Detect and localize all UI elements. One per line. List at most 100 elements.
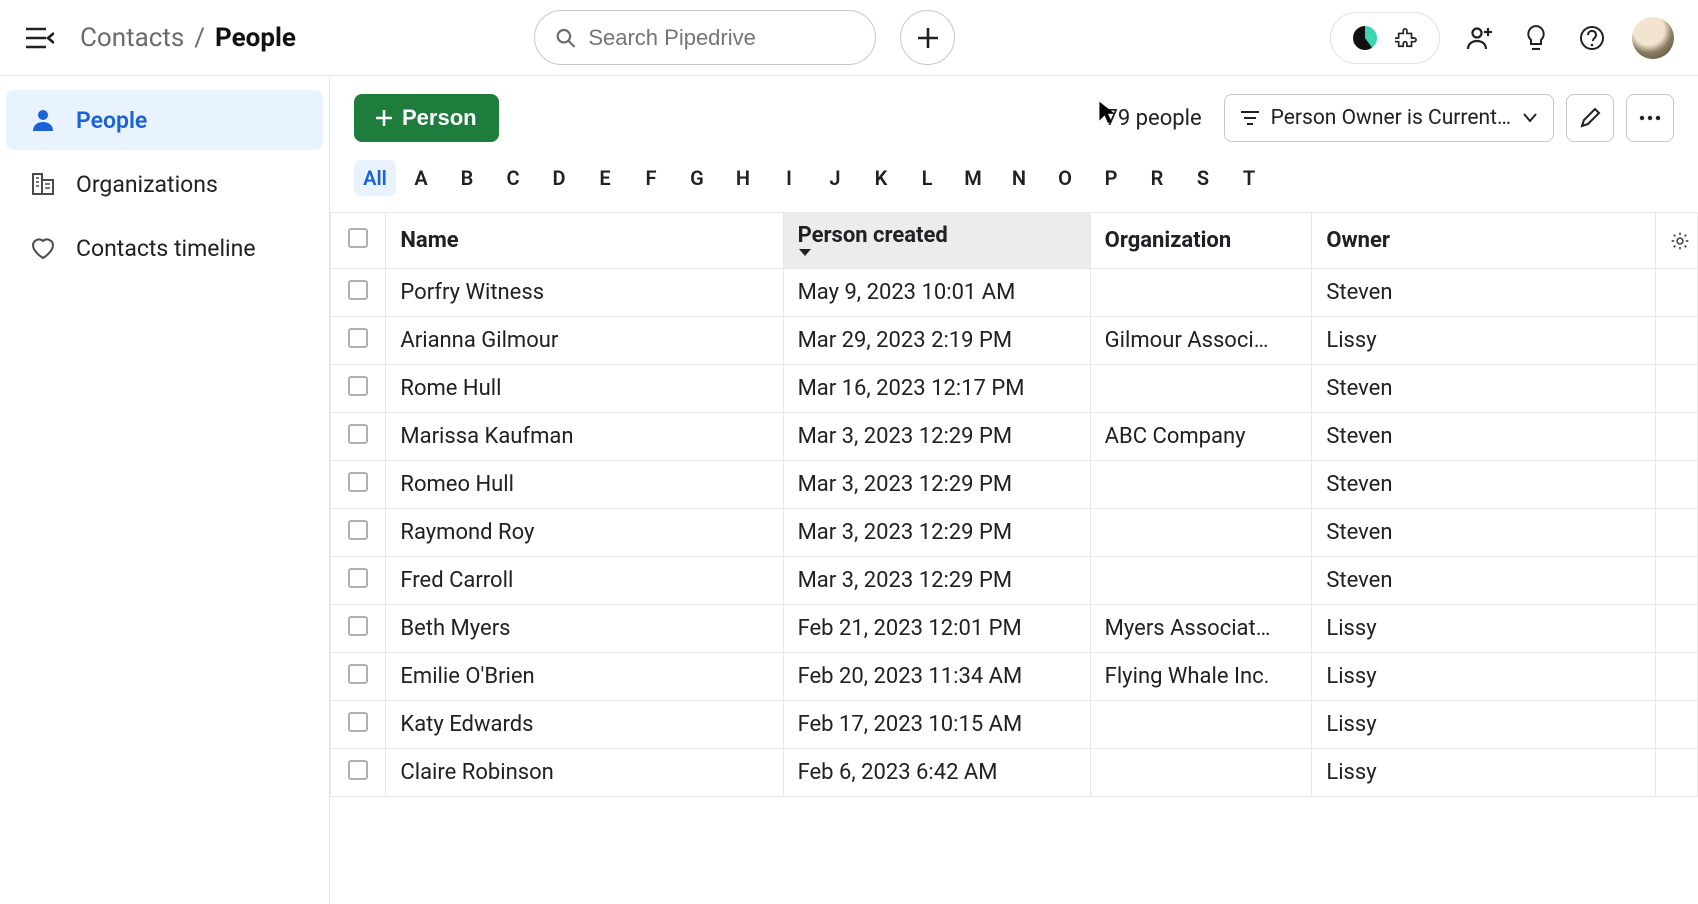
alpha-filter-d[interactable]: D — [538, 160, 580, 196]
cell-owner[interactable]: Lissy — [1312, 605, 1656, 653]
sidebar-item-contacts-timeline[interactable]: Contacts timeline — [6, 218, 323, 278]
checkbox-icon[interactable] — [348, 472, 368, 492]
app-status-pill[interactable] — [1330, 12, 1440, 64]
alpha-filter-all[interactable]: All — [354, 160, 396, 196]
cell-owner[interactable]: Steven — [1312, 365, 1656, 413]
table-row[interactable]: Rome HullMar 16, 2023 12:17 PMSteven — [331, 365, 1698, 413]
column-header-name[interactable]: Name — [386, 213, 783, 269]
global-search[interactable] — [534, 10, 876, 65]
alpha-filter-o[interactable]: O — [1044, 160, 1086, 196]
tips-button[interactable] — [1520, 22, 1552, 54]
alpha-filter-g[interactable]: G — [676, 160, 718, 196]
alpha-filter-f[interactable]: F — [630, 160, 672, 196]
cell-owner[interactable]: Lissy — [1312, 749, 1656, 797]
table-row[interactable]: Claire RobinsonFeb 6, 2023 6:42 AMLissy — [331, 749, 1698, 797]
column-header-organization[interactable]: Organization — [1090, 213, 1312, 269]
cell-owner[interactable]: Lissy — [1312, 701, 1656, 749]
cell-organization[interactable] — [1090, 701, 1312, 749]
cell-name[interactable]: Beth Myers — [386, 605, 783, 653]
user-avatar[interactable] — [1632, 17, 1674, 59]
row-select[interactable] — [331, 365, 386, 413]
row-select[interactable] — [331, 317, 386, 365]
cell-organization[interactable] — [1090, 557, 1312, 605]
column-header-owner[interactable]: Owner — [1312, 213, 1656, 269]
row-select[interactable] — [331, 653, 386, 701]
checkbox-icon[interactable] — [348, 760, 368, 780]
cell-organization[interactable] — [1090, 365, 1312, 413]
alpha-filter-b[interactable]: B — [446, 160, 488, 196]
more-actions-button[interactable] — [1626, 94, 1674, 142]
alpha-filter-i[interactable]: I — [768, 160, 810, 196]
alpha-filter-n[interactable]: N — [998, 160, 1040, 196]
table-row[interactable]: Romeo HullMar 3, 2023 12:29 PMSteven — [331, 461, 1698, 509]
sidebar-item-people[interactable]: People — [6, 90, 323, 150]
cell-organization[interactable]: Gilmour Associ… — [1090, 317, 1312, 365]
row-select[interactable] — [331, 749, 386, 797]
alpha-filter-e[interactable]: E — [584, 160, 626, 196]
alpha-filter-h[interactable]: H — [722, 160, 764, 196]
alpha-filter-c[interactable]: C — [492, 160, 534, 196]
row-select[interactable] — [331, 605, 386, 653]
cell-name[interactable]: Porfry Witness — [386, 269, 783, 317]
global-search-input[interactable] — [588, 25, 855, 51]
cell-name[interactable]: Rome Hull — [386, 365, 783, 413]
checkbox-icon[interactable] — [348, 520, 368, 540]
cell-name[interactable]: Romeo Hull — [386, 461, 783, 509]
cell-owner[interactable]: Steven — [1312, 461, 1656, 509]
checkbox-icon[interactable] — [348, 664, 368, 684]
cell-organization[interactable] — [1090, 749, 1312, 797]
row-select[interactable] — [331, 701, 386, 749]
checkbox-icon[interactable] — [348, 328, 368, 348]
cell-name[interactable]: Claire Robinson — [386, 749, 783, 797]
cell-owner[interactable]: Steven — [1312, 413, 1656, 461]
cell-name[interactable]: Marissa Kaufman — [386, 413, 783, 461]
invite-users-button[interactable] — [1464, 22, 1496, 54]
edit-columns-button[interactable] — [1566, 94, 1614, 142]
cell-name[interactable]: Emilie O'Brien — [386, 653, 783, 701]
table-row[interactable]: Emilie O'BrienFeb 20, 2023 11:34 AMFlyin… — [331, 653, 1698, 701]
cell-owner[interactable]: Steven — [1312, 509, 1656, 557]
add-person-button[interactable]: Person — [354, 94, 499, 142]
cell-organization[interactable] — [1090, 269, 1312, 317]
checkbox-icon[interactable] — [348, 712, 368, 732]
row-select[interactable] — [331, 413, 386, 461]
table-row[interactable]: Raymond RoyMar 3, 2023 12:29 PMSteven — [331, 509, 1698, 557]
alpha-filter-r[interactable]: R — [1136, 160, 1178, 196]
collapse-sidebar-button[interactable] — [24, 22, 56, 54]
table-settings-header[interactable] — [1656, 213, 1698, 269]
cell-organization[interactable] — [1090, 461, 1312, 509]
checkbox-icon[interactable] — [348, 376, 368, 396]
alpha-filter-s[interactable]: S — [1182, 160, 1224, 196]
cell-owner[interactable]: Lissy — [1312, 317, 1656, 365]
alpha-filter-a[interactable]: A — [400, 160, 442, 196]
global-add-button[interactable] — [900, 10, 955, 65]
alpha-filter-l[interactable]: L — [906, 160, 948, 196]
cell-owner[interactable]: Steven — [1312, 269, 1656, 317]
row-select[interactable] — [331, 509, 386, 557]
cell-organization[interactable]: Myers Associat… — [1090, 605, 1312, 653]
cell-name[interactable]: Fred Carroll — [386, 557, 783, 605]
cell-organization[interactable]: Flying Whale Inc. — [1090, 653, 1312, 701]
cell-name[interactable]: Raymond Roy — [386, 509, 783, 557]
alpha-filter-k[interactable]: K — [860, 160, 902, 196]
checkbox-icon[interactable] — [348, 616, 368, 636]
checkbox-icon[interactable] — [348, 280, 368, 300]
row-select[interactable] — [331, 269, 386, 317]
table-row[interactable]: Katy EdwardsFeb 17, 2023 10:15 AMLissy — [331, 701, 1698, 749]
select-all-header[interactable] — [331, 213, 386, 269]
alpha-filter-t[interactable]: T — [1228, 160, 1270, 196]
checkbox-icon[interactable] — [348, 568, 368, 588]
cell-name[interactable]: Arianna Gilmour — [386, 317, 783, 365]
table-row[interactable]: Beth MyersFeb 21, 2023 12:01 PMMyers Ass… — [331, 605, 1698, 653]
column-header-person-created[interactable]: Person created — [783, 213, 1090, 269]
filter-dropdown[interactable]: Person Owner is Current… — [1224, 94, 1554, 142]
cell-owner[interactable]: Lissy — [1312, 653, 1656, 701]
table-row[interactable]: Arianna GilmourMar 29, 2023 2:19 PMGilmo… — [331, 317, 1698, 365]
alpha-filter-m[interactable]: M — [952, 160, 994, 196]
alpha-filter-j[interactable]: J — [814, 160, 856, 196]
table-row[interactable]: Marissa KaufmanMar 3, 2023 12:29 PMABC C… — [331, 413, 1698, 461]
checkbox-icon[interactable] — [348, 228, 368, 248]
cell-owner[interactable]: Steven — [1312, 557, 1656, 605]
table-row[interactable]: Porfry WitnessMay 9, 2023 10:01 AMSteven — [331, 269, 1698, 317]
checkbox-icon[interactable] — [348, 424, 368, 444]
